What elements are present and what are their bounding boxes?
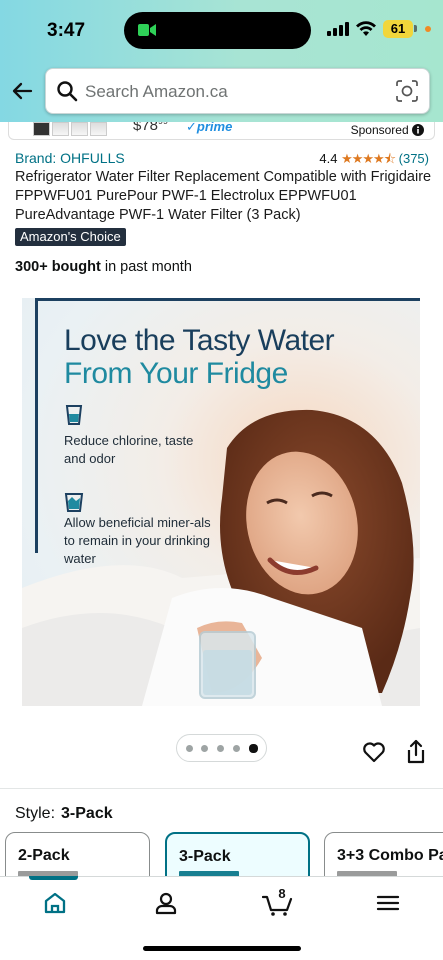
cart-count-badge: 8 [278,886,286,901]
image-frame-top [35,298,420,301]
active-tab-indicator [29,876,78,880]
account-icon[interactable] [152,889,180,917]
heart-icon[interactable] [362,740,386,764]
battery-indicator: 61 [383,20,413,38]
carousel-dot[interactable] [233,745,240,752]
header: 3:47 61 Search Amazon.ca [0,0,443,122]
battery-tip [414,25,417,32]
search-bar[interactable]: Search Amazon.ca [45,68,430,114]
carousel-dot[interactable] [201,745,208,752]
home-icon[interactable] [41,889,69,917]
ad-price: $7899 [133,122,168,134]
rating-stars-icon: ★★★★⯪ [341,151,396,166]
amazons-choice-badge[interactable]: Amazon's Choice [15,228,126,246]
back-arrow-icon[interactable] [10,79,34,103]
image-frame-left [35,298,38,553]
image-headline-line-2: From Your Fridge [64,357,288,390]
wifi-icon [356,21,376,36]
product-image[interactable]: Love the Tasty Water From Your Fridge Re… [22,298,420,706]
carousel-dot[interactable] [186,745,193,752]
prime-badge: ✓prime [186,122,233,134]
image-carousel-dots[interactable] [176,734,267,762]
search-input[interactable]: Search Amazon.ca [85,82,228,102]
sponsored-label[interactable]: Sponsored [351,123,424,137]
home-indicator[interactable] [143,946,301,951]
ad-product-thumbnail [33,122,113,136]
feature-text-1: Reduce chlorine, taste and odor [64,433,194,466]
menu-icon[interactable] [374,889,402,917]
style-selector-label: Style: 3-Pack [15,805,113,822]
dynamic-island [124,12,311,49]
status-time: 3:47 [47,20,86,41]
product-title: Refrigerator Water Filter Replacement Co… [15,169,432,223]
sponsored-ad-strip[interactable]: $7899 ✓prime Sponsored [8,122,435,140]
privacy-indicator-dot [425,26,431,32]
minerals-glass-icon [64,493,84,512]
section-divider [0,788,443,789]
rating-count-link[interactable]: (375) [399,151,429,166]
info-icon[interactable] [412,124,424,136]
search-icon [57,81,78,102]
share-icon[interactable] [404,739,428,765]
rating-value: 4.4 [319,151,338,166]
carousel-dot-active[interactable] [249,744,258,753]
carousel-dot[interactable] [217,745,224,752]
status-bar: 3:47 61 [0,0,443,58]
water-glass-icon [65,405,83,425]
style-option-label: 3-Pack [179,848,231,865]
bought-in-past-month: 300+ bought in past month [15,259,192,275]
brand-link[interactable]: Brand: OHFULLS [15,150,125,166]
cellular-signal-icon [327,22,349,36]
image-headline-line-1: Love the Tasty Water [64,324,335,357]
feature-text-2: Allow beneficial miner-als to remain in … [64,515,211,566]
style-option-label: 2-Pack [18,847,70,864]
camera-lens-icon[interactable] [396,80,418,102]
style-option-label: 3+3 Combo Pa [337,847,443,864]
facetime-camera-icon [138,24,156,36]
